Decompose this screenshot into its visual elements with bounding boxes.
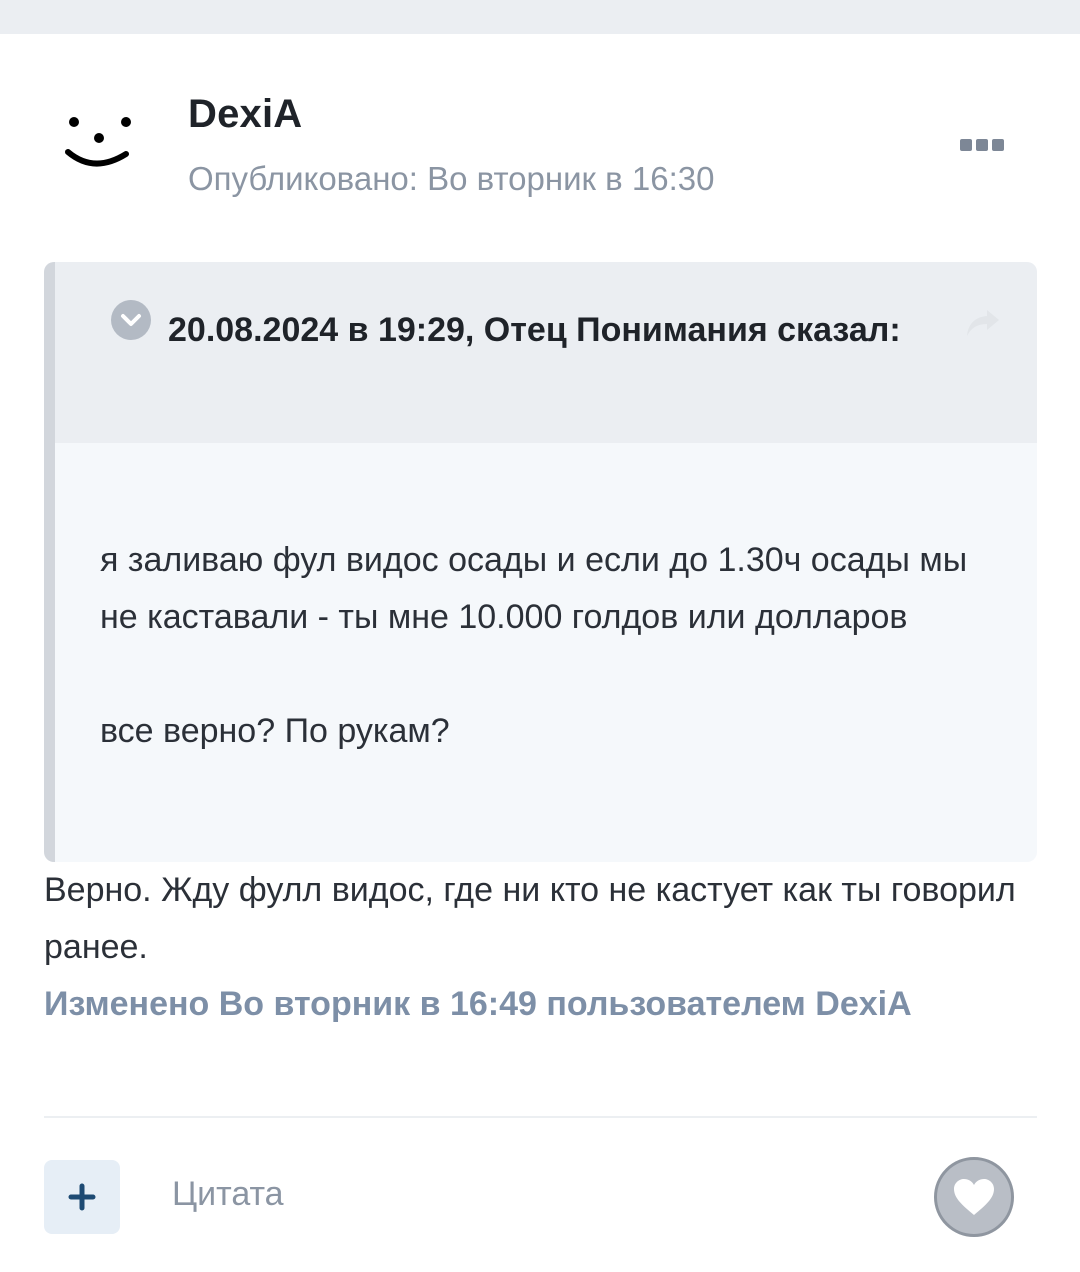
divider	[44, 1116, 1037, 1118]
plus-icon	[68, 1183, 96, 1211]
post-body: Верно. Жду фулл видос, где ни кто не кас…	[44, 871, 1016, 966]
quote-header: 20.08.2024 в 19:29, Отец Понимания сказа…	[55, 262, 1037, 443]
author-name[interactable]: DexiA	[188, 92, 302, 137]
avatar[interactable]	[54, 96, 144, 186]
quote-toggle-button[interactable]	[111, 300, 151, 340]
quote-block: 20.08.2024 в 19:29, Отец Понимания сказа…	[44, 262, 1037, 862]
quote-citation: 20.08.2024 в 19:29, Отец Понимания сказа…	[168, 311, 901, 349]
more-options-button[interactable]	[956, 134, 1008, 156]
quote-share-button[interactable]	[963, 306, 1003, 342]
quote-paragraph: я заливаю фул видос осады и если до 1.30…	[100, 541, 968, 636]
quote-button[interactable]: Цитата	[172, 1175, 284, 1214]
top-strip	[0, 0, 1080, 34]
quote-border	[44, 262, 55, 862]
more-options-icon	[960, 139, 972, 151]
share-arrow-icon	[967, 310, 999, 336]
chevron-down-icon	[121, 314, 141, 326]
more-options-icon	[976, 139, 988, 151]
smiley-face-icon	[65, 117, 131, 167]
edited-note: Изменено Во вторник в 16:49 пользователе…	[44, 985, 912, 1023]
like-button[interactable]	[934, 1157, 1014, 1237]
heart-icon	[954, 1179, 994, 1215]
post-date: Опубликовано: Во вторник в 16:30	[188, 160, 715, 197]
quote-paragraph: все верно? По рукам?	[100, 712, 450, 750]
quote-body: я заливаю фул видос осады и если до 1.30…	[100, 532, 1000, 760]
more-options-icon	[992, 139, 1004, 151]
add-quote-button[interactable]	[44, 1160, 120, 1234]
